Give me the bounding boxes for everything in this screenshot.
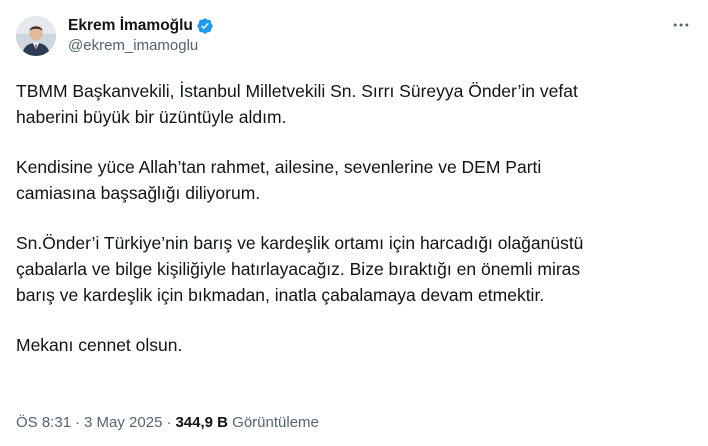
tweet-card: Ekrem İmamoğlu @ekrem_imamoglu TBMM Başk… [0, 0, 708, 446]
meta-separator: · [75, 414, 81, 431]
tweet-paragraph: Sn.Önder’i Türkiye’nin barış ve kardeşli… [16, 233, 584, 305]
tweet-paragraph: Kendisine yüce Allah’tan rahmet, ailesin… [16, 157, 542, 203]
tweet-meta: ÖS 8:31 · 3 May 2025 · 344,9 B Görüntüleme [16, 413, 319, 433]
tweet-paragraph: TBMM Başkanvekili, İstanbul Milletvekili… [16, 81, 578, 127]
views-label: Görüntüleme [232, 414, 319, 431]
handle[interactable]: @ekrem_imamoglu [68, 36, 214, 56]
name-row: Ekrem İmamoğlu [68, 16, 214, 36]
meta-separator: · [166, 414, 172, 431]
verified-badge-icon[interactable] [196, 17, 214, 35]
views-count[interactable]: 344,9 B [175, 414, 228, 431]
tweet-paragraph: Mekanı cennet olsun. [16, 335, 183, 355]
tweet-header: Ekrem İmamoğlu @ekrem_imamoglu [16, 12, 692, 60]
avatar[interactable] [16, 16, 56, 56]
display-name[interactable]: Ekrem İmamoğlu [68, 16, 193, 36]
tweet-date[interactable]: 3 May 2025 [84, 414, 162, 431]
more-horizontal-icon [673, 23, 689, 27]
profile-photo-icon [16, 16, 56, 56]
tweet-text: TBMM Başkanvekili, İstanbul Milletvekili… [16, 78, 696, 358]
more-options-button[interactable] [670, 14, 692, 36]
author-names: Ekrem İmamoğlu @ekrem_imamoglu [68, 16, 214, 56]
tweet-time[interactable]: ÖS 8:31 [16, 414, 71, 431]
